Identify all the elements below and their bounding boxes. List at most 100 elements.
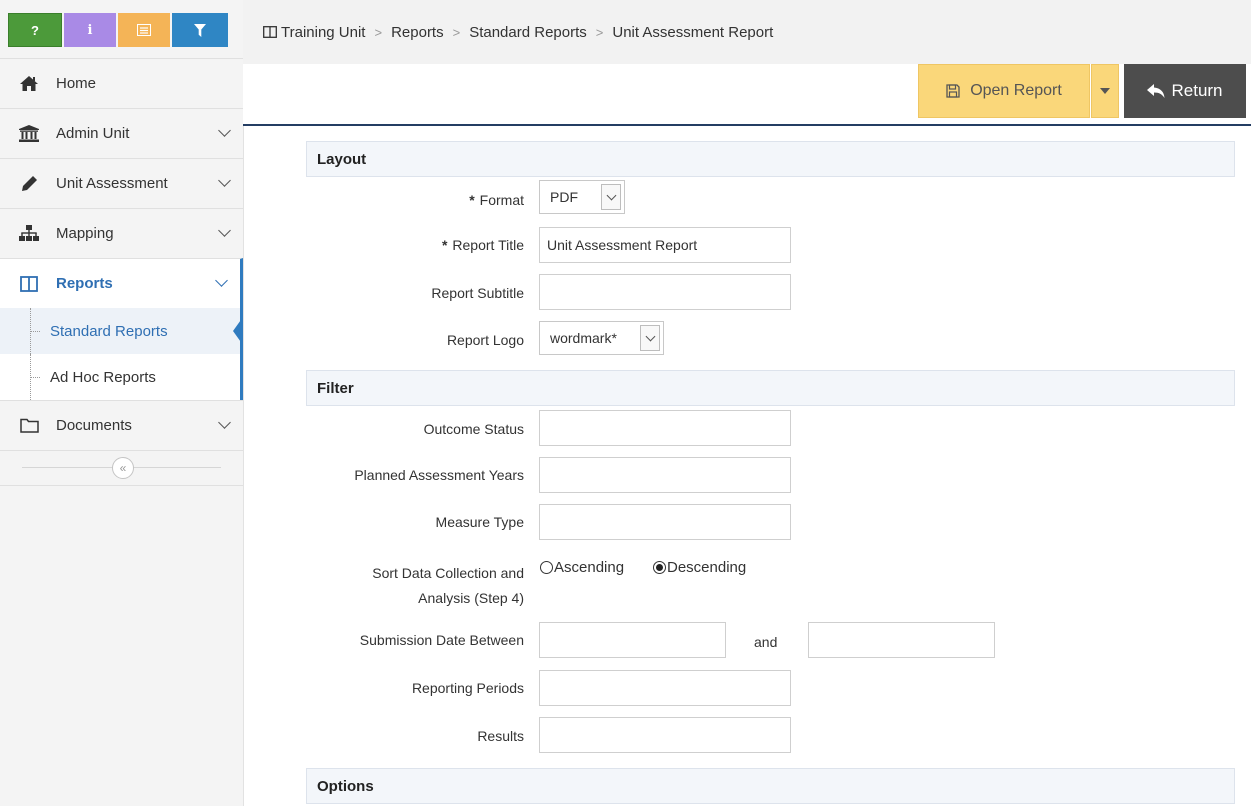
filter-button[interactable]	[172, 13, 228, 47]
chevron-down-icon	[218, 174, 231, 187]
sitemap-icon	[18, 224, 40, 244]
layout-section-header: Layout	[306, 141, 1235, 177]
report-logo-value: wordmark*	[550, 330, 617, 346]
report-title-label: * Report Title	[306, 237, 524, 253]
format-label: * Format	[306, 192, 524, 208]
chevron-down-icon	[640, 325, 660, 351]
report-logo-select[interactable]: wordmark*	[539, 321, 664, 355]
measure-type-label: Measure Type	[435, 514, 524, 530]
sidebar-subitem-label: Standard Reports	[50, 322, 168, 340]
sidebar-item-label: Mapping	[56, 225, 114, 242]
section-title: Filter	[317, 379, 354, 397]
reporting-periods-label: Reporting Periods	[411, 680, 524, 696]
sidebar: ? i Home Admin Unit Unit Assessment Mapp…	[0, 0, 244, 806]
sidebar-item-label: Reports	[56, 275, 113, 292]
report-subtitle-label: Report Subtitle	[431, 285, 524, 301]
columns-icon	[263, 26, 277, 38]
caret-down-icon	[1100, 88, 1110, 94]
sidebar-item-documents[interactable]: Documents	[0, 400, 243, 450]
radio-unchecked-icon	[540, 561, 553, 574]
sort-label-line: Analysis (Step 4)	[418, 590, 524, 606]
format-select[interactable]: PDF	[539, 180, 625, 214]
return-label: Return	[1171, 81, 1223, 100]
filter-icon	[194, 23, 206, 37]
sidebar-subitem-label: Ad Hoc Reports	[50, 368, 156, 386]
and-label: and	[754, 634, 778, 650]
required-marker: *	[441, 237, 448, 253]
section-title: Layout	[317, 150, 367, 168]
results-label: Results	[477, 728, 524, 744]
required-marker: *	[469, 192, 475, 208]
sidebar-item-label: Admin Unit	[56, 125, 130, 142]
planned-assessment-years-label: Planned Assessment Years	[354, 467, 524, 483]
quick-bar: ? i	[8, 13, 228, 47]
sidebar-item-unit-assessment[interactable]: Unit Assessment	[0, 158, 243, 208]
breadcrumb: Training Unit > Reports > Standard Repor…	[243, 0, 1251, 64]
sidebar-item-label: Home	[56, 75, 97, 92]
sort-label-line: Sort Data Collection and	[372, 565, 524, 581]
collapse-sidebar-icon[interactable]: «	[112, 457, 134, 479]
sidebar-item-reports[interactable]: Reports	[0, 258, 243, 308]
sidebar-subitem-ad-hoc-reports[interactable]: Ad Hoc Reports	[0, 354, 243, 400]
report-title-value: Unit Assessment Report	[547, 237, 698, 253]
format-select-value: PDF	[550, 189, 578, 205]
open-report-button[interactable]: Open Report	[918, 64, 1090, 118]
open-report-label: Open Report	[970, 82, 1062, 99]
chevron-down-icon	[218, 124, 231, 137]
chevron-down-icon	[218, 416, 231, 429]
open-report-dropdown-button[interactable]	[1091, 64, 1119, 118]
reply-icon	[1147, 84, 1165, 98]
sidebar-item-admin-unit[interactable]: Admin Unit	[0, 108, 243, 158]
folder-icon	[18, 416, 40, 436]
options-section-header: Options	[306, 768, 1235, 804]
toolbar: Open Report Return	[243, 64, 1251, 126]
outcome-status-label: Outcome Status	[423, 421, 524, 437]
sort-descending-radio[interactable]: Descending	[653, 559, 746, 576]
breadcrumb-item[interactable]: Reports	[391, 24, 444, 41]
chevron-down-icon	[218, 224, 231, 237]
report-title-input[interactable]: Unit Assessment Report	[539, 227, 791, 263]
return-button[interactable]: Return	[1124, 64, 1246, 118]
breadcrumb-separator: >	[452, 24, 461, 40]
submission-date-end-input[interactable]	[808, 622, 995, 658]
sidebar-item-mapping[interactable]: Mapping	[0, 208, 243, 258]
measure-type-input[interactable]	[539, 504, 791, 540]
columns-icon	[18, 274, 40, 294]
report-subtitle-input[interactable]	[539, 274, 791, 310]
results-input[interactable]	[539, 717, 791, 753]
sidebar-item-home[interactable]: Home	[0, 58, 243, 108]
breadcrumb-item[interactable]: Training Unit	[281, 24, 365, 41]
submission-date-label: Submission Date Between	[359, 632, 524, 648]
section-title: Options	[317, 777, 374, 795]
pencil-icon	[18, 174, 40, 194]
submission-date-start-input[interactable]	[539, 622, 726, 658]
format-label-text: Format	[479, 192, 524, 208]
report-title-label-text: Report Title	[452, 237, 524, 253]
sidebar-nav: Home Admin Unit Unit Assessment Mapping	[0, 58, 243, 486]
selected-indicator	[233, 317, 243, 345]
outcome-status-input[interactable]	[539, 410, 791, 446]
info-button[interactable]: i	[64, 13, 116, 47]
chevron-down-icon	[601, 184, 621, 210]
chevron-down-icon	[215, 274, 228, 287]
notes-icon	[137, 24, 151, 36]
info-icon: i	[87, 22, 93, 38]
breadcrumb-separator: >	[374, 24, 383, 40]
help-button[interactable]: ?	[8, 13, 62, 47]
radio-label: Descending	[667, 559, 747, 576]
breadcrumb-separator: >	[595, 24, 604, 40]
sidebar-item-label: Unit Assessment	[56, 175, 168, 192]
sort-data-collection-label: Sort Data Collection and Analysis (Step …	[306, 561, 524, 611]
breadcrumb-current: Unit Assessment Report	[612, 23, 774, 41]
sidebar-subitem-standard-reports[interactable]: Standard Reports	[0, 308, 243, 354]
help-icon: ?	[31, 22, 39, 38]
reporting-periods-input[interactable]	[539, 670, 791, 706]
sort-ascending-radio[interactable]: Ascending	[540, 559, 624, 576]
notes-button[interactable]	[118, 13, 170, 47]
planned-assessment-years-input[interactable]	[539, 457, 791, 493]
save-icon	[946, 84, 960, 98]
radio-checked-icon	[653, 561, 666, 574]
breadcrumb-item[interactable]: Standard Reports	[469, 24, 587, 41]
home-icon	[18, 74, 40, 94]
filter-section-header: Filter	[306, 370, 1235, 406]
